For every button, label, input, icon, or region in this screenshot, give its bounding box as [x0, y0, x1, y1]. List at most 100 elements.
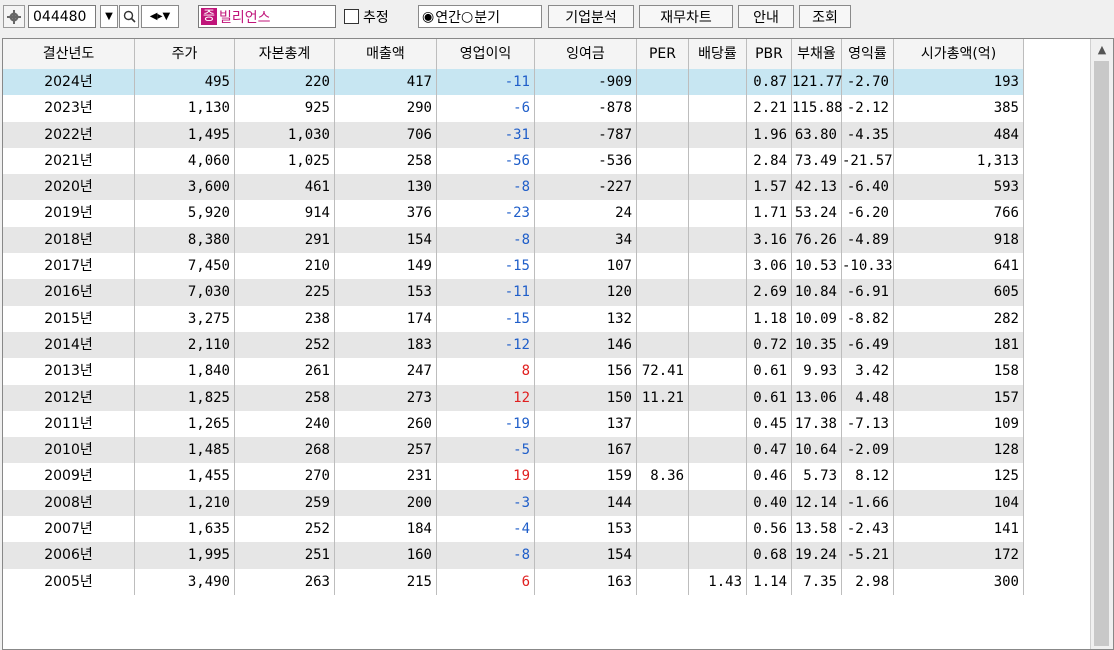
vertical-scrollbar[interactable]: ▲ — [1090, 39, 1113, 649]
stock-code-input[interactable]: 044480 — [28, 5, 96, 28]
table-cell: 231 — [335, 463, 437, 490]
table-cell: -5 — [437, 437, 535, 464]
search-icon[interactable] — [119, 5, 139, 28]
table-cell: 925 — [235, 95, 335, 122]
table-cell — [637, 437, 689, 464]
table-row[interactable]: 2007년 1,635 252 184 -4 153 0.56 13.58 -2.43 141 — [3, 516, 1024, 543]
column-header[interactable]: PER — [637, 39, 689, 69]
table-row[interactable]: 2009년 1,455 270 231 19 159 8.36 0.46 5.73 8.12 125 — [3, 463, 1024, 490]
table-cell: 13.58 — [792, 516, 842, 543]
table-row[interactable]: 2022년 1,495 1,030 706 -31 -787 1.96 63.80 -4.35 4… — [3, 121, 1024, 148]
guide-button[interactable]: 안내 — [738, 5, 794, 28]
table-row[interactable]: 2006년 1,995 251 160 -8 154 0.68 19.24 -5.21 172 — [3, 542, 1024, 569]
table-cell: -15 — [437, 305, 535, 332]
radio-annual-label[interactable]: 연간 — [435, 7, 461, 27]
table-cell: 12.14 — [792, 489, 842, 517]
table-row[interactable]: 2024년 495 220 417 -11 -909 0.87 121.77 -2.70 193 — [3, 69, 1024, 96]
table-cell: 8 — [437, 358, 535, 385]
table-cell: 1.14 — [747, 568, 792, 595]
table-cell: 9.93 — [792, 358, 842, 385]
table-cell — [637, 305, 689, 332]
table-cell — [637, 410, 689, 438]
column-header[interactable]: PBR — [747, 39, 792, 69]
table-cell: 252 — [235, 516, 335, 543]
table-cell: 1,995 — [135, 542, 235, 569]
column-header[interactable]: 주가 — [135, 39, 235, 69]
table-row[interactable]: 2008년 1,210 259 200 -3 144 0.40 12.14 -1.66 104 — [3, 489, 1024, 517]
table-cell: -536 — [535, 147, 637, 175]
table-cell: 12 — [437, 384, 535, 411]
table-cell: 7.35 — [792, 568, 842, 595]
radio-quarterly-label[interactable]: 분기 — [474, 7, 500, 27]
column-header[interactable]: 영업이익 — [437, 39, 535, 69]
table-cell: 1,130 — [135, 95, 235, 122]
table-cell: -6.49 — [842, 331, 894, 359]
column-header[interactable]: 영익률 — [842, 39, 894, 69]
table-row[interactable]: 2016년 7,030 225 153 -11 120 2.69 10.84 -6.91 605 — [3, 279, 1024, 306]
table-row[interactable]: 2012년 1,825 258 273 12 150 11.21 0.61 13.06 4.48 1… — [3, 384, 1024, 411]
column-header[interactable]: 잉여금 — [535, 39, 637, 69]
table-cell: 160 — [335, 542, 437, 569]
table-row[interactable]: 2013년 1,840 261 247 8 156 72.41 0.61 9.93 3.42 158 — [3, 358, 1024, 385]
table-row[interactable]: 2014년 2,110 252 183 -12 146 0.72 10.35 -6.49 181 — [3, 331, 1024, 359]
table-cell: 260 — [335, 410, 437, 438]
radio-annual-icon[interactable]: ◉ — [422, 9, 434, 25]
table-cell: 1,025 — [235, 147, 335, 175]
company-analysis-button[interactable]: 기업분석 — [548, 5, 634, 28]
table-row[interactable]: 2017년 7,450 210 149 -15 107 3.06 10.53 -10.33 641 — [3, 253, 1024, 280]
checkbox-box[interactable] — [344, 9, 359, 24]
column-header[interactable]: 자본총계 — [235, 39, 335, 69]
table-cell: 3,490 — [135, 568, 235, 595]
table-cell: 0.40 — [747, 489, 792, 517]
table-cell — [689, 437, 747, 464]
table-cell: 417 — [335, 69, 437, 96]
table-row[interactable]: 2005년 3,490 263 215 6 163 1.43 1.14 7.35 2.98 300 — [3, 568, 1024, 595]
period-radio-group: ◉ 연간 ○ 분기 — [418, 5, 542, 28]
table-cell: 1,030 — [235, 121, 335, 148]
table-cell — [689, 174, 747, 201]
table-cell: 300 — [894, 568, 1024, 595]
table-cell: 2018년 — [3, 226, 135, 254]
table-row[interactable]: 2023년 1,130 925 290 -6 -878 2.21 115.88 -2.12 385 — [3, 95, 1024, 122]
table-cell — [637, 226, 689, 254]
table-cell: 132 — [535, 305, 637, 332]
search-button[interactable]: 조회 — [799, 5, 851, 28]
table-row[interactable]: 2015년 3,275 238 174 -15 132 1.18 10.09 -8.82 282 — [3, 305, 1024, 332]
table-cell: -10.33 — [842, 253, 894, 280]
estimate-checkbox[interactable]: 추정 — [344, 5, 414, 28]
column-header[interactable]: 시가총액(억) — [894, 39, 1024, 69]
table-row[interactable]: 2021년 4,060 1,025 258 -56 -536 2.84 73.49 -21.57… — [3, 147, 1024, 175]
table-cell: 2,110 — [135, 331, 235, 359]
table-cell — [637, 516, 689, 543]
scroll-up-icon[interactable]: ▲ — [1091, 39, 1113, 61]
table-cell: -6.40 — [842, 174, 894, 201]
table-cell: -2.12 — [842, 95, 894, 122]
table-cell: 2023년 — [3, 95, 135, 122]
company-name-field[interactable]: 증 빌리언스 — [198, 5, 336, 28]
column-header[interactable]: 부채율 — [792, 39, 842, 69]
table-row[interactable]: 2018년 8,380 291 154 -8 34 3.16 76.26 -4.89 918 — [3, 226, 1024, 254]
table-cell: -8 — [437, 174, 535, 201]
scroll-thumb[interactable] — [1094, 61, 1109, 646]
table-row[interactable]: 2011년 1,265 240 260 -19 137 0.45 17.38 -7.13 109 — [3, 410, 1024, 438]
gear-icon[interactable] — [3, 5, 25, 28]
column-header[interactable]: 매출액 — [335, 39, 437, 69]
chevron-down-icon[interactable]: ▼ — [100, 5, 118, 28]
table-cell: 19 — [437, 463, 535, 490]
table-row[interactable]: 2019년 5,920 914 376 -23 24 1.71 53.24 -6.20 766 — [3, 200, 1024, 227]
speaker-icon[interactable]: ◀▸▼ — [141, 5, 179, 28]
table-cell: 210 — [235, 253, 335, 280]
table-cell — [637, 121, 689, 148]
table-cell — [689, 253, 747, 280]
column-header[interactable]: 배당률 — [689, 39, 747, 69]
table-cell: 125 — [894, 463, 1024, 490]
table-row[interactable]: 2020년 3,600 461 130 -8 -227 1.57 42.13 -6.40 593 — [3, 174, 1024, 201]
table-cell: -7.13 — [842, 410, 894, 438]
table-cell: -56 — [437, 147, 535, 175]
radio-quarterly-icon[interactable]: ○ — [461, 9, 473, 25]
table-row[interactable]: 2010년 1,485 268 257 -5 167 0.47 10.64 -2.09 128 — [3, 437, 1024, 464]
financial-chart-button[interactable]: 재무차트 — [639, 5, 733, 28]
column-header[interactable]: 결산년도 — [3, 39, 135, 69]
table-body: 2024년 495 220 417 -11 -909 0.87 121.77 -2.70 193 2… — [3, 69, 1024, 595]
table-cell: 172 — [894, 542, 1024, 569]
